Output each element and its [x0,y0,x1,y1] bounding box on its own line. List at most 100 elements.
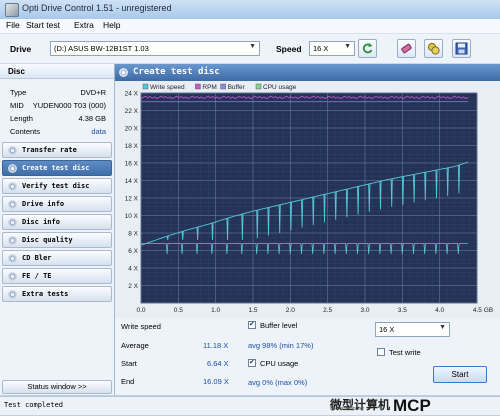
refresh-button[interactable] [358,39,377,58]
eraser-icon [401,43,412,54]
disc-icon [8,200,17,209]
disc-type-label: Type [10,88,27,97]
y-tick-label: 4 X [128,266,138,273]
chart-area: 2 X 4 X 6 X 8 X 10 X 12 X 14 X 16 X 18 X 20 X 22 X… [115,81,500,318]
buffer-level-checkbox[interactable] [248,320,256,329]
y-tick-label: 22 X [125,108,139,115]
disc-length-value: 4.38 GB [78,114,106,123]
start-value: 6.64 X [207,359,229,368]
nav-disc-info[interactable]: Disc info [2,214,112,230]
watermark-logo: MCP [393,396,431,415]
watermark-en: MicroComputer [330,406,365,412]
legend-swatch [195,83,201,90]
disc-icon [8,146,17,155]
status-window-button[interactable]: Status window >> [2,380,112,394]
drive-value: (D:) ASUS BW-12B1ST 1.03 [54,44,149,53]
menu-file[interactable]: File [6,20,20,30]
end-label: End [121,377,135,386]
disc-icon [8,164,17,173]
x-tick-label: 1.5 [248,307,257,314]
menu-bar: File Start test Extra Help [0,19,500,34]
cpu-usage-checkbox[interactable] [248,358,256,367]
average-value: 11.18 X [203,341,229,350]
y-tick-label: 12 X [125,196,139,203]
menu-extra[interactable]: Extra [74,20,94,30]
nav-drive-info[interactable]: Drive info [2,196,112,212]
y-tick-label: 14 X [125,178,139,185]
drive-label: Drive [10,44,32,54]
legend-label: Buffer [228,84,246,91]
y-tick-label: 6 X [128,248,138,255]
erase-button[interactable] [397,39,416,58]
nav-label: CD Bler [22,254,52,262]
legend-swatch [220,83,226,90]
legend-swatch [142,83,149,90]
title-bar: Opti Drive Control 1.51 - unregistered [0,0,500,20]
x-tick-label: 0.0 [136,307,145,314]
disc-icon [8,254,17,263]
x-tick-label: 2.0 [286,307,295,314]
status-text: Test completed [4,401,64,409]
speed-label: Speed [276,44,302,54]
save-icon [455,42,468,55]
window-title: Opti Drive Control 1.51 - unregistered [22,3,172,13]
disc-contents-value: data [91,127,106,136]
nav-disc-quality[interactable]: Disc quality [2,232,112,248]
drive-select[interactable]: (D:) ASUS BW-12B1ST 1.03 ▼ [50,41,260,56]
refresh-icon [362,43,373,54]
test-speed-value: 16 X [379,325,395,334]
nav-fe-te[interactable]: FE / TE [2,268,112,284]
disc-mid-label: MID [10,101,24,110]
nav-label: Transfer rate [22,146,77,154]
speed-value: 16 X [313,44,329,53]
start-button[interactable]: Start [433,366,487,383]
nav-cd-bler[interactable]: CD Bler [2,250,112,266]
copy-disc-icon [427,42,440,55]
disc-header-label: Disc [8,67,25,76]
test-write-label: Test write [389,348,421,357]
cpu-usage-value: avg 0% (max 0%) [248,378,308,387]
nav-create-test-disc[interactable]: Create test disc [2,160,112,176]
menu-start-test[interactable]: Start test [26,20,60,30]
save-button[interactable] [452,39,471,58]
write-speed-label: Write speed [121,322,161,331]
disc-header: Disc [0,64,114,79]
nav-label: Extra tests [22,290,69,298]
cpu-usage-label: CPU usage [260,359,299,368]
nav-verify-test-disc[interactable]: Verify test disc [2,178,112,194]
write-speed-chart: 2 X 4 X 6 X 8 X 10 X 12 X 14 X 16 X 18 X 20 X 22 X… [125,83,493,314]
app-icon [5,3,19,17]
disc-icon [8,218,17,227]
disc-mid-value: YUDEN000 T03 (000) [32,101,106,110]
legend-label: Write speed [150,84,185,91]
disc-icon [8,182,17,191]
x-tick-label: 4.5 GB [473,307,493,314]
x-tick-label: 4.0 [435,307,444,314]
end-value: 16.09 X [203,377,229,386]
buffer-level-label: Buffer level [260,321,298,330]
speed-select[interactable]: 16 X ▼ [309,41,355,56]
nav-transfer-rate[interactable]: Transfer rate [2,142,112,158]
nav-label: Verify test disc [22,182,90,190]
y-tick-label: 10 X [125,213,139,220]
stats-panel: Write speed Average 11.18 X Start 6.64 X… [115,318,500,395]
test-write-checkbox[interactable] [377,348,385,356]
menu-help[interactable]: Help [103,20,120,30]
disc-icon [8,272,17,281]
nav-extra-tests[interactable]: Extra tests [2,286,112,302]
nav-label: Disc info [22,218,60,226]
nav-label: FE / TE [22,272,52,280]
legend-swatch [255,83,262,90]
disc-contents-label: Contents [10,127,41,136]
test-speed-select[interactable]: 16 X ▼ [375,322,450,337]
x-tick-label: 0.5 [174,307,183,314]
disc-icon [8,236,17,245]
left-panel: Disc Type DVD+R MID YUDEN000 T03 (000) L… [0,64,115,395]
y-tick-label: 16 X [125,161,139,168]
toolbar: Drive (D:) ASUS BW-12B1ST 1.03 ▼ Speed 1… [0,34,500,64]
y-tick-label: 24 X [125,91,139,98]
copy-disc-button[interactable] [424,39,443,58]
y-tick-label: 18 X [125,143,139,150]
nav-label: Drive info [22,200,65,208]
disc-icon [8,290,17,299]
